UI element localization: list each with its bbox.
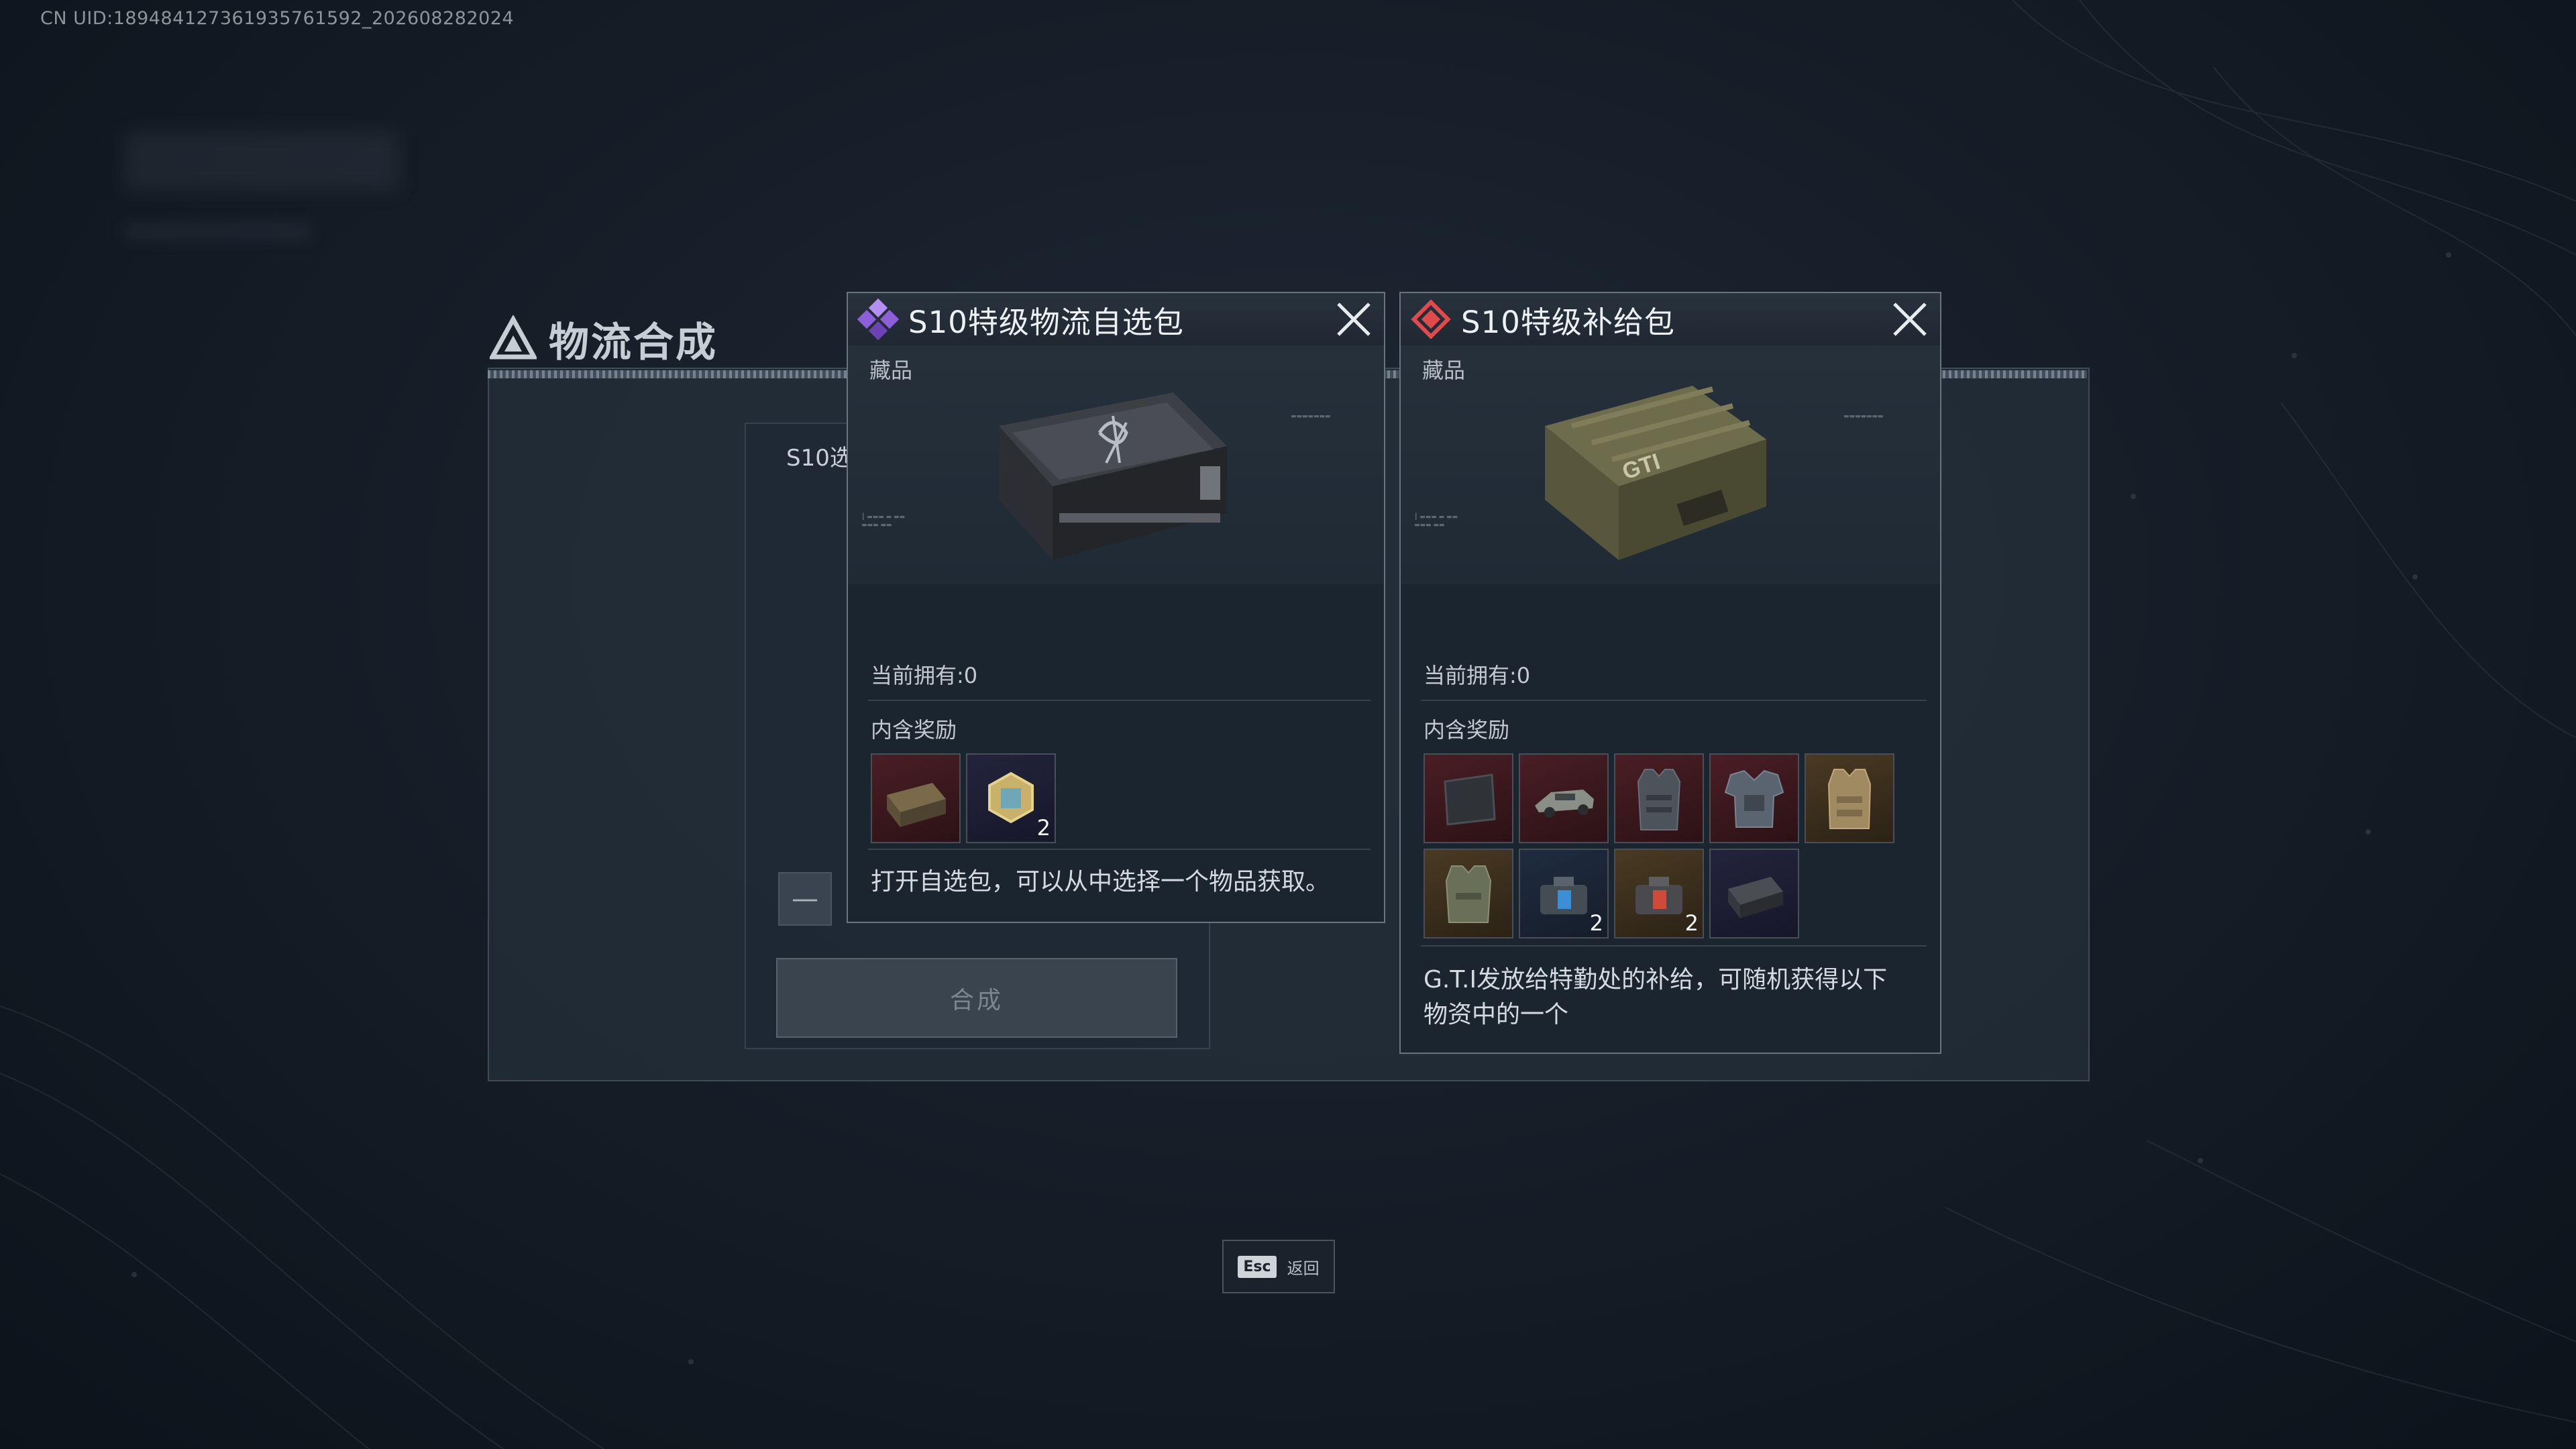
- owned-count: 当前拥有:0: [1424, 663, 1531, 688]
- item-preview: GTI ▬▬▬▬▬▬▬ ┃ ▬▬▬ ▬ ▬▬ ▬▬▬ ▬▬: [1401, 345, 1940, 584]
- reward-slot[interactable]: [1424, 849, 1513, 938]
- olive-vest-icon: [1445, 865, 1492, 923]
- reward-count: 2: [1589, 910, 1603, 936]
- reward-count: 2: [1684, 910, 1699, 936]
- reward-slot[interactable]: [1614, 753, 1704, 843]
- close-icon[interactable]: [1334, 300, 1373, 339]
- synthesis-title-bar: 物流合成: [490, 309, 718, 369]
- divider: [868, 849, 1371, 850]
- reward-slot[interactable]: 2: [966, 753, 1056, 843]
- olive-crate-image: GTI: [1545, 386, 1766, 560]
- popup-title: S10特级补给包: [1461, 304, 1675, 340]
- hero-deco-text: ▬▬▬▬▬▬▬: [1291, 413, 1331, 420]
- reward-count: 2: [1036, 815, 1051, 841]
- reward-slot[interactable]: [1709, 849, 1799, 938]
- reward-slot[interactable]: 2: [1519, 849, 1609, 938]
- reward-slot[interactable]: [1519, 753, 1609, 843]
- black-crate-image: [999, 392, 1227, 560]
- blurred-page-title: [124, 131, 399, 191]
- popup-header: S10特级补给包: [1401, 293, 1940, 347]
- item-description-line2: 物资中的一个: [1424, 1001, 1569, 1028]
- back-button[interactable]: Esc 返回: [1222, 1240, 1335, 1293]
- close-icon[interactable]: [1890, 300, 1929, 339]
- triangle-logo-icon: [490, 315, 537, 360]
- tactical-vest-icon: [1724, 769, 1784, 828]
- uid-watermark: CN UID:18948412736193576159​2_2026082820…: [40, 8, 515, 29]
- divider: [1421, 700, 1927, 701]
- rewards-label: 内含奖励: [871, 717, 957, 743]
- supply-crate-icon: [887, 783, 946, 827]
- hero-deco-text: ┃ ▬▬▬ ▬ ▬▬ ▬▬▬ ▬▬: [1414, 514, 1458, 529]
- collection-label: 藏品: [1422, 358, 1466, 383]
- item-popup-selection-pack: S10特级物流自选包 ▬▬▬▬▬▬▬ ┃ ▬▬▬ ▬ ▬▬ ▬▬▬ ▬▬ 藏品 当…: [847, 292, 1385, 923]
- item-preview: ▬▬▬▬▬▬▬ ┃ ▬▬▬ ▬ ▬▬ ▬▬▬ ▬▬: [848, 345, 1384, 584]
- reward-slot[interactable]: [871, 753, 961, 843]
- red-rarity-gem-icon: [1411, 299, 1451, 339]
- back-label: 返回: [1287, 1258, 1320, 1278]
- quantity-minus-button[interactable]: —: [778, 872, 832, 926]
- reward-slot[interactable]: [1805, 753, 1894, 843]
- reward-slot[interactable]: [1709, 753, 1799, 843]
- synthesis-title: 物流合成: [549, 319, 718, 366]
- divider: [1421, 945, 1927, 947]
- item-description-line1: G.T.I发放给特勤处的补给，可随机获得以下: [1424, 966, 1888, 994]
- popup-title: S10特级物流自选包: [908, 304, 1184, 340]
- blurred-page-subtitle: [124, 221, 312, 241]
- owned-count: 当前拥有:0: [871, 663, 978, 688]
- reward-slot[interactable]: [1424, 753, 1513, 843]
- hero-deco-text: ┃ ▬▬▬ ▬ ▬▬ ▬▬▬ ▬▬: [861, 514, 906, 529]
- recipe-card-label: S10选: [786, 445, 853, 472]
- divider: [868, 700, 1371, 701]
- vehicle-icon: [1535, 790, 1594, 818]
- armor-plate-icon: [1444, 773, 1496, 826]
- item-description: 打开自选包，可以从中选择一个物品获取。: [871, 868, 1330, 896]
- compose-button[interactable]: 合成: [776, 958, 1177, 1038]
- collection-label: 藏品: [869, 358, 913, 383]
- esc-key-icon: Esc: [1238, 1255, 1277, 1278]
- black-case-icon: [1728, 877, 1783, 918]
- hero-deco-text: ▬▬▬▬▬▬▬: [1843, 413, 1884, 420]
- body-armor-icon: [1637, 769, 1681, 830]
- popup-header: S10特级物流自选包: [848, 293, 1384, 347]
- reward-slot[interactable]: 2: [1614, 849, 1704, 938]
- tan-vest-icon: [1827, 769, 1872, 829]
- purple-rarity-gem-icon: [857, 299, 899, 340]
- item-popup-supply-pack: S10特级补给包 GTI ▬▬▬▬▬▬▬ ┃ ▬▬▬ ▬ ▬▬ ▬▬▬ ▬▬ 藏品…: [1399, 292, 1941, 1054]
- rewards-label: 内含奖励: [1424, 717, 1510, 743]
